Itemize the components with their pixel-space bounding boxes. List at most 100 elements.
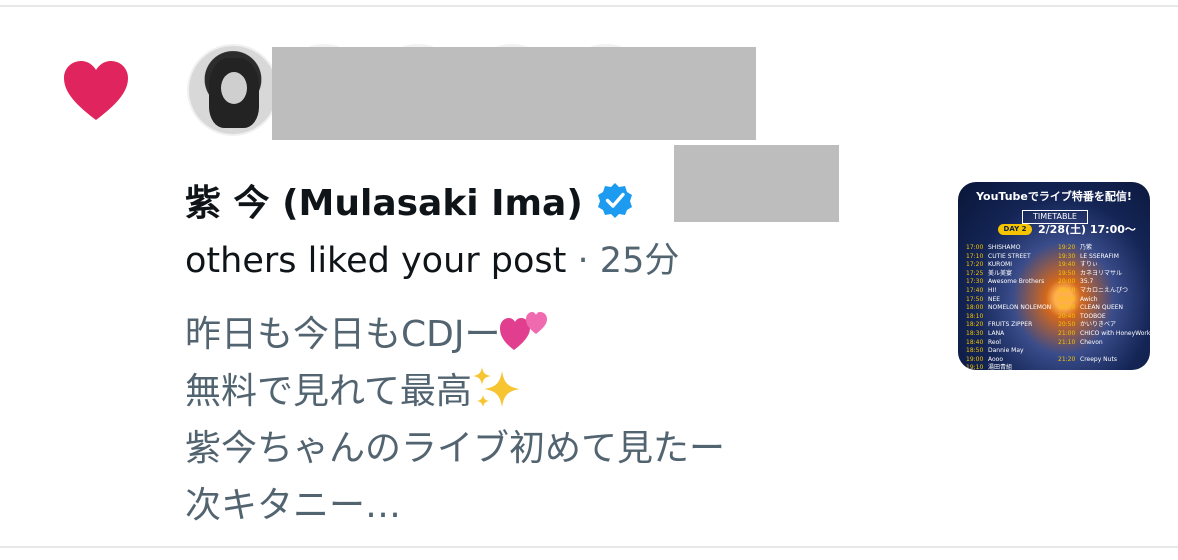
post-line: 無料で見れて最高 (185, 363, 875, 420)
timetable-row: 20:00 35.7 (1058, 278, 1148, 287)
timetable-artist: LE SSERAFIM (1080, 252, 1119, 260)
timetable-time: 17:50 (966, 295, 984, 303)
timetable-row: 20:40 TOOBOE (1058, 313, 1148, 322)
timetable-time: 18:20 (966, 321, 984, 329)
timetable-artist: CHICO with HoneyWorks (1080, 329, 1150, 337)
timetable-row: 18:50 Dannie May (966, 347, 1056, 356)
timetable-time: 17:30 (966, 278, 984, 286)
timetable-row: 17:50 NEE (966, 296, 1056, 305)
timetable-time: 19:00 (966, 355, 984, 363)
top-divider (0, 5, 1178, 7)
timetable-time: 18:10 (966, 312, 984, 320)
timetable-artist: KUROMI (988, 261, 1013, 269)
timetable-row: 19:50 カネヨリマサル (1058, 270, 1148, 279)
redacted-area (674, 145, 839, 222)
redacted-area (272, 47, 756, 140)
timetable-row: 17:00 SHISHAMO (966, 244, 1056, 253)
timetable-right-column: 19:20 乃紫 19:30 LE SSERAFIM 19:40 すりぃ 19:50 カネヨリ… (1058, 244, 1150, 365)
timetable-row: 18:20 FRUITS ZIPPER (966, 321, 1056, 330)
bottom-divider (0, 546, 1178, 548)
timetable-time: 17:40 (966, 286, 984, 294)
timetable-time: 20:10 (1058, 286, 1076, 294)
day-label: DAY 2 (998, 224, 1032, 235)
timetable-artist: Chevon (1080, 338, 1103, 346)
timetable-time: 17:25 (966, 269, 984, 277)
event-date: 2/28(土) 17:00〜 (1038, 223, 1136, 236)
action-text: others liked your post (185, 241, 567, 281)
timetable-artist: NEE (988, 295, 1001, 303)
timetable-row: 17:20 KUROMI (966, 261, 1056, 270)
timetable-row: 20:10 マカロニえんぴつ (1058, 287, 1148, 296)
sparkles-emoji (472, 365, 522, 411)
timetable-artist: Awesome Brothers (988, 278, 1045, 286)
timetable-row: 19:20 乃紫 (1058, 244, 1148, 253)
timetable-row: 17:30 Awesome Brothers (966, 278, 1056, 287)
timetable-time: 17:20 (966, 261, 984, 269)
timetable-row: 18:00 NOMELON NOLEMON (966, 304, 1056, 313)
user-row[interactable]: 紫 今 (Mulasaki Ima) (185, 172, 633, 228)
timestamp[interactable]: 25分 (600, 241, 680, 281)
media-thumbnail[interactable]: YouTubeでライブ特番を配信! TIMETABLE DAY 2 2/28(土… (958, 182, 1150, 370)
timetable-row (1058, 347, 1148, 356)
timetable-artist: NOMELON NOLEMON (988, 304, 1052, 312)
timetable-left-column: 17:00 SHISHAMO 17:10 CUTIE STREET 17:20 KUROM… (966, 244, 1056, 370)
timetable-row: 19:40 すりぃ (1058, 261, 1148, 270)
timetable-artist: LANA (988, 329, 1005, 337)
timetable-time: 19:10 (966, 364, 984, 370)
timetable-time: 19:40 (1058, 261, 1076, 269)
avatar[interactable] (187, 44, 279, 136)
timetable-row: 18:30 LANA (966, 330, 1056, 339)
heart-icon (62, 60, 130, 122)
timetable-time: 21:10 (1058, 338, 1076, 346)
timetable-time: 18:00 (966, 304, 984, 312)
timetable-artist: カネヨリマサル (1080, 269, 1123, 277)
timetable-time: 20:40 (1058, 312, 1076, 320)
timetable-time: 17:10 (966, 252, 984, 260)
timetable-time: 19:20 (1058, 244, 1076, 251)
timetable-artist: マカロニえんぴつ (1080, 286, 1129, 294)
timetable-time: 21:00 (1058, 329, 1076, 337)
post-line: 紫今ちゃんのライブ初めて見たー (185, 428, 726, 469)
timetable-artist: CUTIE STREET (988, 252, 1031, 260)
timetable-time: 20:30 (1058, 304, 1076, 312)
timetable-artist: Dannie May (988, 347, 1024, 355)
thumbnail-header: YouTubeでライブ特番を配信! (976, 190, 1132, 203)
timetable-row: 20:20 Awich (1058, 296, 1148, 305)
timetable-row: 21:10 Chevon (1058, 339, 1148, 348)
post-line: 次キタニー… (185, 485, 402, 526)
timetable-time: 20:20 (1058, 295, 1076, 303)
timetable-time: 20:00 (1058, 278, 1076, 286)
post-preview[interactable]: 昨日も今日もCDJー 無料で見れて最高 紫今ちゃんのライブ初めて見たー 次キタニ… (185, 306, 875, 534)
timetable-time: 19:30 (1058, 252, 1076, 260)
timetable-time: 18:50 (966, 347, 984, 355)
timetable-artist: Reol (988, 338, 1001, 346)
two-hearts-emoji (500, 312, 548, 352)
timetable-artist: SHISHAMO (988, 244, 1021, 251)
timetable-artist: 乃紫 (1080, 244, 1093, 251)
timetable-time: 18:30 (966, 329, 984, 337)
avatar-face (221, 72, 247, 104)
display-name[interactable]: 紫 今 (Mulasaki Ima) (185, 174, 583, 226)
timetable-row: 17:40 HI! (966, 287, 1056, 296)
timetable-row: 17:25 美ル美宴 (966, 270, 1056, 279)
timetable-row: 17:10 CUTIE STREET (966, 253, 1056, 262)
timetable-artist: CLEAN QUEEN (1080, 304, 1124, 312)
timetable-time: 17:00 (966, 244, 984, 251)
timetable-time: 19:50 (1058, 269, 1076, 277)
timetable-time: 18:40 (966, 338, 984, 346)
timetable-artist: FRUITS ZIPPER (988, 321, 1033, 329)
timetable-time: 20:50 (1058, 321, 1076, 329)
timetable-artist: 湯田青組 (988, 364, 1013, 370)
timetable-artist: Creepy Nuts (1080, 355, 1117, 363)
timetable-artist: HI! (988, 286, 997, 294)
post-line: 昨日も今日もCDJー (185, 306, 875, 363)
timetable-artist: Aooo (988, 355, 1004, 363)
timetable-row: 19:30 LE SSERAFIM (1058, 253, 1148, 262)
verified-badge-icon (597, 182, 633, 218)
timetable-row: 18:40 Reol (966, 339, 1056, 348)
separator-dot: · (577, 241, 589, 281)
timetable-artist: Awich (1080, 295, 1098, 303)
timetable-artist: 美ル美宴 (988, 269, 1013, 277)
timetable-time: 21:20 (1058, 355, 1076, 363)
timetable-row: 21:20 Creepy Nuts (1058, 356, 1148, 365)
